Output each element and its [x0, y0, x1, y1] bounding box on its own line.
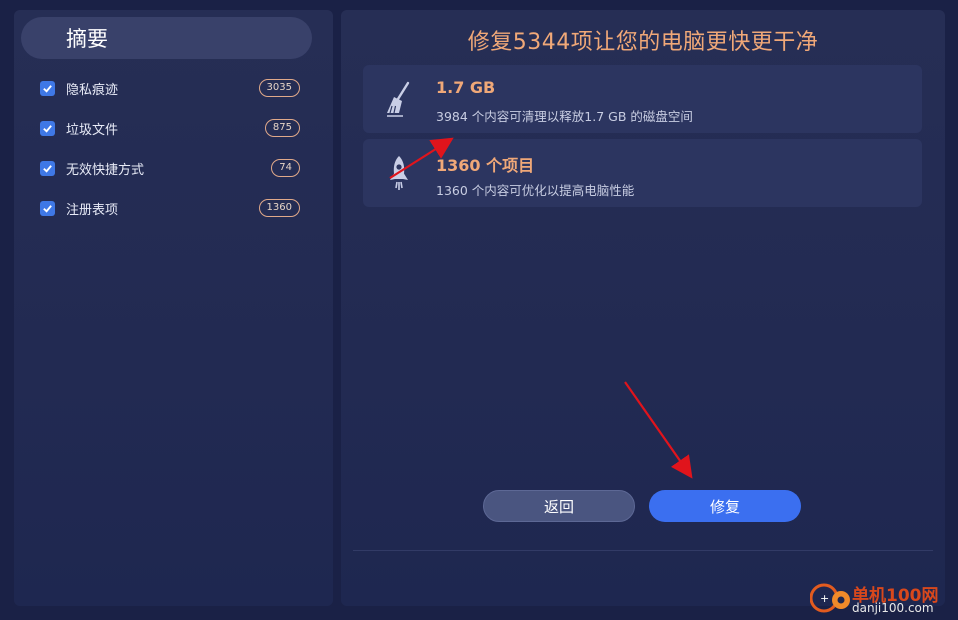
disk-space-description: 3984 个内容可清理以释放1.7 GB 的磁盘空间 — [436, 109, 693, 124]
sidebar-item-label: 垃圾文件 — [66, 122, 119, 138]
page-title: 修复5344项让您的电脑更快更干净 — [467, 30, 819, 55]
count-badge: 1360 — [258, 199, 300, 217]
watermark: + 单机100网 danji100.com — [808, 577, 958, 620]
invalid-shortcuts-checkbox[interactable] — [40, 160, 55, 176]
sidebar-item-privacy-traces[interactable]: 隐私痕迹 3035 — [40, 76, 300, 100]
broom-icon — [387, 81, 410, 117]
count-badge: 3035 — [258, 79, 300, 97]
performance-description: 1360 个内容可优化以提高电脑性能 — [436, 183, 635, 198]
rocket-icon — [390, 156, 408, 190]
sidebar-item-junk-files[interactable]: 垃圾文件 875 — [40, 116, 300, 140]
count-badge: 875 — [264, 119, 300, 137]
privacy-traces-checkbox[interactable] — [40, 80, 55, 96]
watermark-logo-icon: + — [810, 583, 850, 613]
sidebar-item-registry[interactable]: 注册表项 1360 — [40, 196, 300, 220]
check-icon — [43, 164, 52, 173]
performance-headline: 1360 个项目 — [436, 156, 535, 175]
sidebar-item-label: 无效快捷方式 — [66, 162, 145, 178]
disk-space-headline: 1.7 GB — [436, 78, 496, 97]
summary-sidebar: 摘要 隐私痕迹 3035 垃圾文件 875 无效快捷方式 74 注册表项 136… — [14, 10, 333, 606]
footer-divider — [353, 550, 933, 551]
check-icon — [43, 84, 52, 93]
main-panel: 修复5344项让您的电脑更快更干净 1.7 GB 3984 个内容可清理以释放1… — [341, 10, 945, 606]
sidebar-item-invalid-shortcuts[interactable]: 无效快捷方式 74 — [40, 156, 300, 180]
performance-card: 1360 个项目 1360 个内容可优化以提高电脑性能 — [363, 139, 922, 207]
check-icon — [43, 124, 52, 133]
count-badge: 74 — [271, 159, 300, 177]
fix-button[interactable]: 修复 — [649, 490, 801, 522]
sidebar-item-label: 隐私痕迹 — [66, 82, 119, 98]
back-button[interactable]: 返回 — [483, 490, 635, 522]
summary-title: 摘要 — [66, 27, 108, 51]
svg-text:+: + — [820, 592, 829, 605]
summary-header: 摘要 — [21, 17, 312, 59]
registry-checkbox[interactable] — [40, 200, 55, 216]
disk-space-card: 1.7 GB 3984 个内容可清理以释放1.7 GB 的磁盘空间 — [363, 65, 922, 133]
sidebar-item-label: 注册表项 — [66, 202, 119, 218]
watermark-url: danji100.com — [852, 601, 934, 615]
junk-files-checkbox[interactable] — [40, 120, 55, 136]
check-icon — [43, 204, 52, 213]
